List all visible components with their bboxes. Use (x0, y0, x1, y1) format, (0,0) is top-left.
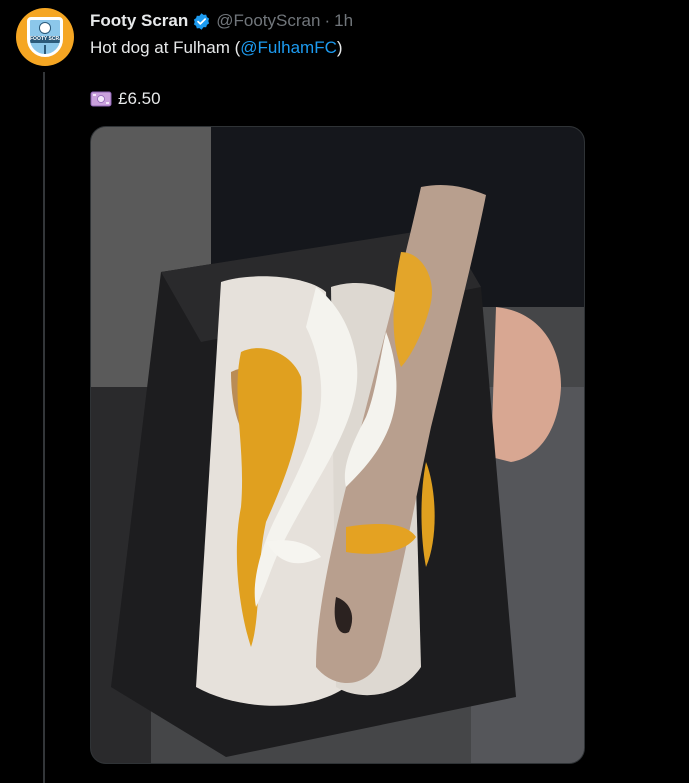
user-handle[interactable]: @FootyScran (216, 11, 320, 31)
tweet-text-start: Hot dog at Fulham ( (90, 38, 241, 57)
avatar[interactable]: FOOTY SCRAN (16, 8, 74, 66)
tweet-header: Footy Scran @FootyScran · 1h (90, 10, 353, 32)
football-icon (39, 22, 51, 34)
separator-dot: · (324, 11, 331, 30)
tweet-text: Hot dog at Fulham (@FulhamFC) (90, 37, 343, 59)
money-banknote-icon (90, 91, 112, 107)
timestamp[interactable]: 1h (334, 11, 353, 31)
thread-connector-line (43, 72, 45, 783)
hot-dog-photo-illustration (91, 127, 584, 763)
verified-badge-icon (192, 12, 211, 31)
tweet-photo[interactable] (90, 126, 585, 764)
fork-icon (44, 44, 46, 54)
tweet-text-end: ) (336, 38, 343, 57)
mention-link[interactable]: @FulhamFC (240, 38, 337, 57)
footy-scran-logo-icon: FOOTY SCRAN (27, 17, 63, 57)
avatar-logo-text: FOOTY SCRAN (30, 35, 63, 43)
price-text: £6.50 (118, 89, 161, 108)
display-name[interactable]: Footy Scran (90, 11, 188, 31)
price-line: £6.50 (90, 88, 161, 110)
